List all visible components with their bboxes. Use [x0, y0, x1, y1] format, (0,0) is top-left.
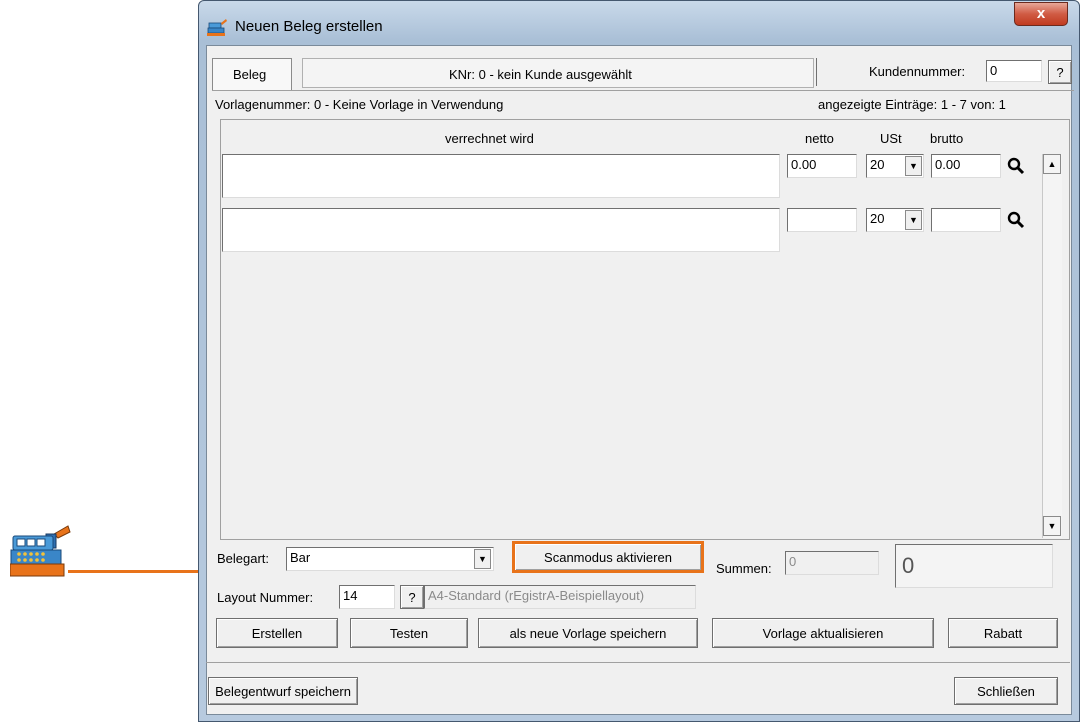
layout-number-label: Layout Nummer:: [217, 590, 314, 605]
template-info-text: Vorlagenummer: 0 - Keine Vorlage in Verw…: [215, 97, 504, 112]
column-header-description: verrechnet wird: [445, 131, 534, 146]
entries-info-text: angezeigte Einträge: 1 - 7 von: 1: [818, 97, 1006, 112]
activate-scan-mode-button[interactable]: Scanmodus aktivieren: [512, 541, 704, 573]
customer-info-box: KNr: 0 - kein Kunde ausgewählt: [302, 58, 814, 88]
window-title: Neuen Beleg erstellen: [235, 18, 383, 35]
receipt-type-dropdown-arrow-icon[interactable]: ▼: [474, 549, 491, 569]
row-2-gross-input[interactable]: [931, 208, 1001, 232]
row-1-search-icon[interactable]: [1007, 157, 1025, 175]
items-scrollbar-track[interactable]: [1042, 154, 1062, 538]
row-1-net-input[interactable]: 0.00: [787, 154, 857, 178]
header-separator: [212, 90, 1074, 91]
row-2-net-input[interactable]: [787, 208, 857, 232]
title-bar[interactable]: Neuen Beleg erstellen: [199, 1, 1079, 46]
footer-separator: [206, 662, 1070, 663]
save-as-template-button[interactable]: als neue Vorlage speichern: [478, 618, 698, 648]
sums-input: 0: [785, 551, 879, 575]
scroll-down-icon[interactable]: ▼: [1043, 516, 1061, 536]
test-button[interactable]: Testen: [350, 618, 468, 648]
layout-number-input[interactable]: 14: [339, 585, 395, 609]
column-header-gross: brutto: [930, 131, 964, 146]
customer-number-label: Kundennummer:: [869, 64, 966, 79]
row-1-description-input[interactable]: [222, 154, 780, 198]
column-header-net: netto: [805, 131, 834, 146]
layout-name-field: A4-Standard (rEgistrA-Beispiellayout): [424, 585, 696, 609]
receipt-type-select[interactable]: Bar: [286, 547, 494, 571]
row-1-gross-input[interactable]: 0.00: [931, 154, 1001, 178]
update-template-button[interactable]: Vorlage aktualisieren: [712, 618, 934, 648]
tab-beleg[interactable]: Beleg: [212, 58, 292, 90]
customer-info-text: KNr: 0 - kein Kunde ausgewählt: [449, 67, 632, 82]
customer-number-input[interactable]: 0: [986, 60, 1042, 82]
vertical-divider: [816, 58, 817, 86]
sums-label: Summen:: [716, 561, 772, 576]
discount-button[interactable]: Rabatt: [948, 618, 1058, 648]
receipt-type-label: Belegart:: [217, 551, 270, 566]
scroll-up-icon[interactable]: ▲: [1043, 154, 1061, 174]
row-2-vat-dropdown-arrow-icon[interactable]: ▼: [905, 210, 922, 230]
cash-register-icon: [207, 18, 227, 36]
row-2-description-input[interactable]: [222, 208, 780, 252]
close-button[interactable]: Schließen: [954, 677, 1058, 705]
row-2-search-icon[interactable]: [1007, 211, 1025, 229]
row-1-vat-dropdown-arrow-icon[interactable]: ▼: [905, 156, 922, 176]
create-button[interactable]: Erstellen: [216, 618, 338, 648]
column-header-vat: USt: [880, 131, 902, 146]
cash-register-callout-icon: [9, 520, 72, 580]
close-window-button[interactable]: x: [1014, 2, 1068, 26]
layout-help-button[interactable]: ?: [400, 585, 424, 609]
sum-display: 0: [895, 544, 1053, 588]
tab-beleg-label: Beleg: [233, 67, 267, 82]
save-draft-button[interactable]: Belegentwurf speichern: [208, 677, 358, 705]
customer-help-button[interactable]: ?: [1048, 60, 1072, 84]
